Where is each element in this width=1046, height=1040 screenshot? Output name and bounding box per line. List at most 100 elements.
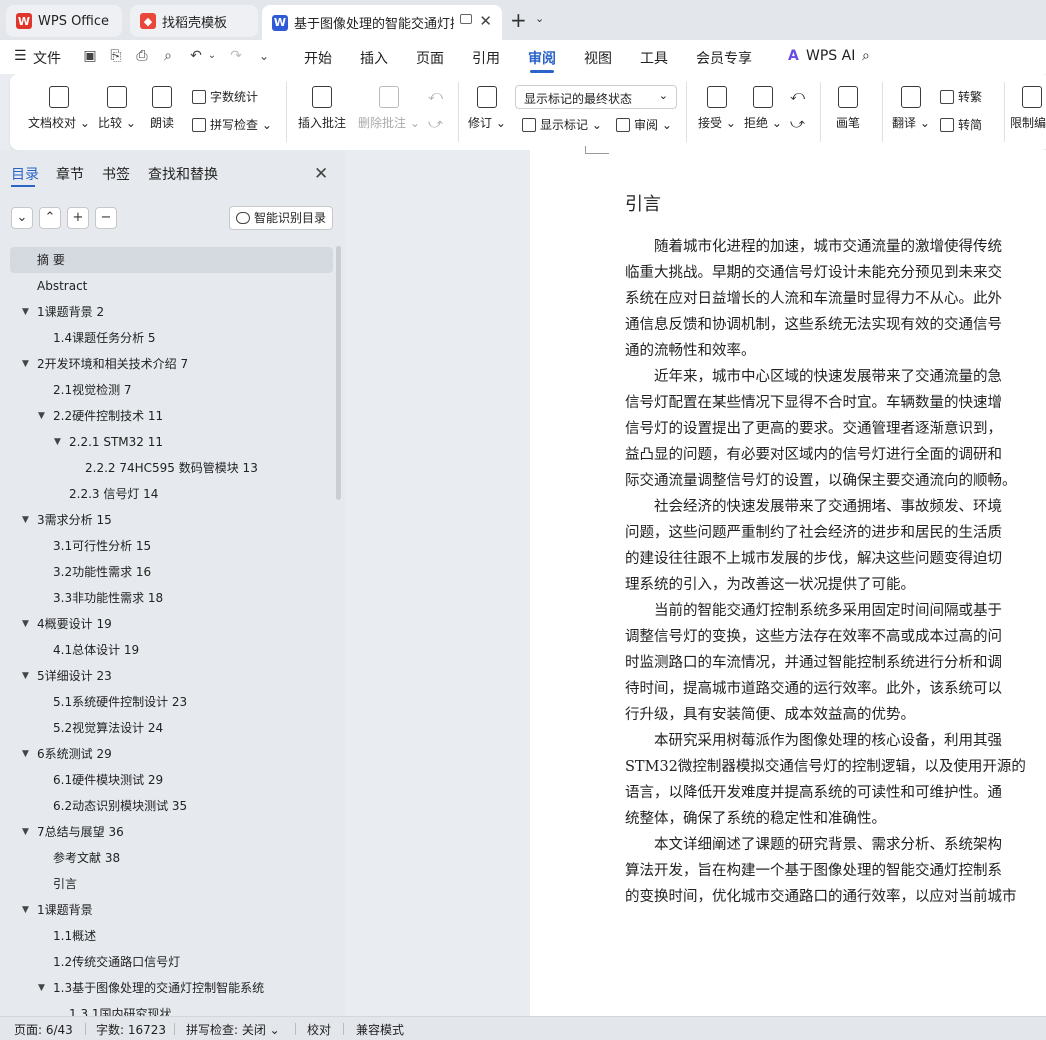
expand-arrow-icon[interactable]: ▼ — [22, 741, 29, 767]
toc-item[interactable]: ▼ 2开发环境和相关技术介绍 7 — [10, 351, 333, 377]
chevron-down-icon[interactable]: ⌄ — [204, 48, 220, 64]
hamburger-icon[interactable]: ☰ — [14, 48, 27, 64]
collapse-all-button[interactable]: ⌄ — [11, 207, 33, 229]
toc-item[interactable]: ▼ 5详细设计 23 — [10, 663, 333, 689]
toc-item[interactable]: 5.1系统硬件控制设计 23 — [10, 689, 333, 715]
menu-tools[interactable]: 工具 — [640, 48, 668, 68]
toc-item[interactable]: 1.1概述 — [10, 923, 333, 949]
toc-item[interactable]: 参考文献 38 — [10, 845, 333, 871]
toc-item[interactable]: 3.3非功能性需求 18 — [10, 585, 333, 611]
show-markup-button[interactable]: 显示标记 ⌄ — [522, 116, 602, 133]
close-icon[interactable]: ✕ — [479, 12, 492, 30]
expand-arrow-icon[interactable]: ▼ — [38, 403, 45, 429]
page-indicator[interactable]: 页面: 6/43 — [14, 1021, 73, 1038]
expand-arrow-icon[interactable]: ▼ — [54, 429, 61, 455]
toc-item[interactable]: ▼ 4概要设计 19 — [10, 611, 333, 637]
menu-page[interactable]: 页面 — [416, 48, 444, 68]
expand-arrow-icon[interactable]: ▼ — [22, 507, 29, 533]
print-preview-icon[interactable]: ⌕ — [160, 48, 176, 64]
nav-tab-sections[interactable]: 章节 — [56, 164, 84, 184]
toc-item[interactable]: ▼ 1课题背景 2 — [10, 299, 333, 325]
toc-item[interactable]: ▼ 1.3基于图像处理的交通灯控制智能系统 — [10, 975, 333, 1001]
menu-review[interactable]: 审阅 — [528, 48, 556, 68]
menu-insert[interactable]: 插入 — [360, 48, 388, 68]
spell-check-status[interactable]: 拼写检查: 关闭 ⌄ — [186, 1021, 280, 1038]
toc-item[interactable]: 引言 — [10, 871, 333, 897]
chevron-down-icon[interactable]: ⌄ — [535, 12, 544, 25]
read-aloud-button[interactable]: 朗读 — [150, 86, 174, 131]
toc-item[interactable]: ▼ 1课题背景 — [10, 897, 333, 923]
search-icon[interactable]: ⌕ — [862, 48, 870, 64]
expand-up-button[interactable]: ⌃ — [39, 207, 61, 229]
toc-item[interactable]: ▼ 7总结与展望 36 — [10, 819, 333, 845]
toc-item[interactable]: 2.2.2 74HC595 数码管模块 13 — [10, 455, 333, 481]
translate-button[interactable]: 翻译 ⌄ — [892, 86, 930, 131]
toc-item[interactable]: ▼ 6系统测试 29 — [10, 741, 333, 767]
new-tab-button[interactable]: + — [510, 8, 527, 32]
spell-check-button[interactable]: 拼写检查 ⌄ — [192, 116, 272, 133]
menu-view[interactable]: 视图 — [584, 48, 612, 68]
proofread-button[interactable]: 校对 — [307, 1021, 331, 1038]
nav-tab-find-replace[interactable]: 查找和替换 — [148, 164, 218, 184]
insert-comment-button[interactable]: 插入批注 — [298, 86, 346, 131]
menu-member[interactable]: 会员专享 — [696, 48, 752, 68]
toc-item[interactable]: 摘 要 — [10, 247, 333, 273]
toc-item[interactable]: Abstract — [10, 273, 333, 299]
to-simplified-button[interactable]: 转简 — [940, 116, 982, 133]
monitor-icon[interactable] — [460, 14, 472, 24]
nav-tab-toc[interactable]: 目录 — [11, 164, 39, 184]
close-icon[interactable]: ✕ — [314, 164, 328, 184]
expand-arrow-icon[interactable]: ▼ — [38, 975, 45, 1001]
pen-button[interactable]: 画笔 — [836, 86, 860, 131]
menu-file[interactable]: 文件 — [33, 48, 61, 68]
toc-item[interactable]: 6.2动态识别模块测试 35 — [10, 793, 333, 819]
toc-item[interactable]: 4.1总体设计 19 — [10, 637, 333, 663]
toc-item[interactable]: 2.2.3 信号灯 14 — [10, 481, 333, 507]
toc-item[interactable]: 3.2功能性需求 16 — [10, 559, 333, 585]
print-icon[interactable]: ⎙ — [134, 48, 150, 64]
to-traditional-button[interactable]: 转繁 — [940, 88, 982, 105]
toc-item[interactable]: ▼ 2.2.1 STM32 11 — [10, 429, 333, 455]
toc-item[interactable]: 3.1可行性分析 15 — [10, 533, 333, 559]
menu-reference[interactable]: 引用 — [472, 48, 500, 68]
revise-button[interactable]: 修订 ⌄ — [468, 86, 506, 131]
menu-home[interactable]: 开始 — [304, 48, 332, 68]
toc-item[interactable]: 1.4课题任务分析 5 — [10, 325, 333, 351]
tab-docer-templates[interactable]: ◆ 找稻壳模板 — [130, 5, 258, 37]
restrict-edit-button[interactable]: 限制编 — [1010, 86, 1046, 131]
toc-item[interactable]: 2.1视觉检测 7 — [10, 377, 333, 403]
expand-arrow-icon[interactable]: ▼ — [22, 897, 29, 923]
delete-comment-button[interactable]: 删除批注 ⌄ — [358, 86, 420, 131]
menu-wps-ai[interactable]: WPS AI — [806, 48, 855, 64]
tab-wps-office[interactable]: W WPS Office — [6, 5, 122, 37]
review-pane-button[interactable]: 审阅 ⌄ — [616, 116, 672, 133]
nav-tab-bookmarks[interactable]: 书签 — [102, 164, 130, 184]
toc-scrollbar[interactable] — [336, 246, 341, 500]
toc-item[interactable]: 6.1硬件模块测试 29 — [10, 767, 333, 793]
doc-check-button[interactable]: 文档校对 ⌄ — [28, 86, 90, 131]
markup-state-select[interactable]: 显示标记的最终状态 ⌄ — [515, 85, 677, 109]
word-count-indicator[interactable]: 字数: 16723 — [96, 1021, 166, 1038]
remove-heading-button[interactable]: − — [95, 207, 117, 229]
toc-item[interactable]: ▼ 3需求分析 15 — [10, 507, 333, 533]
expand-arrow-icon[interactable]: ▼ — [22, 819, 29, 845]
tab-current-document[interactable]: W 基于图像处理的智能交通灯控 ✕ — [262, 5, 502, 40]
expand-arrow-icon[interactable]: ▼ — [22, 663, 29, 689]
reject-button[interactable]: 拒绝 ⌄ — [744, 86, 782, 131]
word-count-button[interactable]: 字数统计 — [192, 88, 258, 105]
next-change-icon[interactable]: ⤻ — [790, 116, 805, 132]
accept-button[interactable]: 接受 ⌄ — [698, 86, 736, 131]
compare-button[interactable]: 比较 ⌄ — [98, 86, 136, 131]
toc-item[interactable]: 1.2传统交通路口信号灯 — [10, 949, 333, 975]
expand-arrow-icon[interactable]: ▼ — [22, 351, 29, 377]
save-icon[interactable]: ▣ — [82, 48, 98, 64]
undo-icon[interactable]: ↶ — [188, 48, 204, 64]
export-icon[interactable]: ⎘ — [108, 48, 124, 64]
chevron-down-icon[interactable]: ⌄ — [256, 48, 272, 64]
add-heading-button[interactable]: + — [67, 207, 89, 229]
smart-toc-button[interactable]: 智能识别目录 — [229, 206, 333, 230]
toc-item[interactable]: 5.2视觉算法设计 24 — [10, 715, 333, 741]
expand-arrow-icon[interactable]: ▼ — [22, 299, 29, 325]
toc-item[interactable]: ▼ 2.2硬件控制技术 11 — [10, 403, 333, 429]
expand-arrow-icon[interactable]: ▼ — [22, 611, 29, 637]
